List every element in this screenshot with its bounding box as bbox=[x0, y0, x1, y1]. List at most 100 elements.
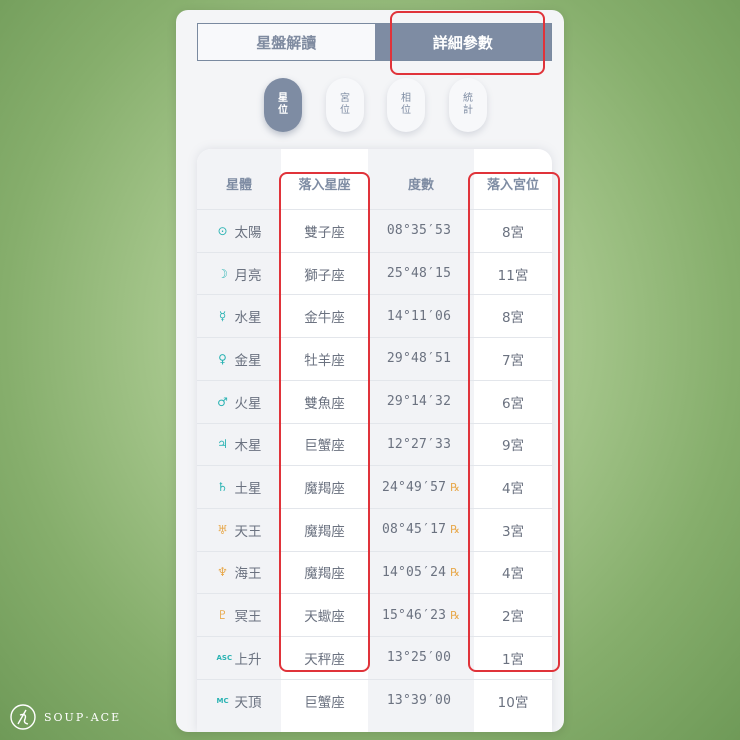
planet-name: 天頂 bbox=[234, 694, 262, 711]
watermark-logo: SOUP·ACE bbox=[8, 702, 121, 732]
house-cell: 7宮 bbox=[501, 352, 525, 369]
degree-value: 08°45′17 bbox=[381, 522, 447, 538]
planet-symbol-icon: MC bbox=[216, 696, 229, 705]
tab-chart-reading[interactable]: 星盤解讀 bbox=[198, 24, 375, 60]
planet-symbol-icon: ♆ bbox=[217, 565, 228, 580]
house-cell: 4宮 bbox=[501, 566, 525, 583]
degree-value: 25°48′15 bbox=[386, 266, 452, 282]
planet-symbol-icon: ♇ bbox=[217, 608, 228, 623]
degree-cell: 12°27′33 bbox=[368, 424, 474, 466]
house-cell: 1宮 bbox=[501, 651, 525, 668]
degree-cell: 25°48′15 bbox=[368, 253, 474, 295]
degree-cell: 13°39′00 bbox=[368, 680, 474, 722]
planet-cell: ASC 上升 bbox=[197, 637, 281, 679]
table-row: ♃ 木星 巨蟹座 12°27′33 9宮 bbox=[197, 422, 552, 466]
planet-name: 木星 bbox=[234, 438, 262, 455]
tab-detailed-parameters[interactable]: 詳細參數 bbox=[374, 24, 551, 60]
subtab-planet-positions[interactable]: 星 位 bbox=[264, 78, 302, 132]
planet-name: 金星 bbox=[234, 352, 262, 369]
sign-cell: 牡羊座 bbox=[304, 352, 345, 369]
subtab-label-2: 位 bbox=[401, 105, 411, 116]
degree-cell: 08°35′53 bbox=[368, 210, 474, 252]
table-row: ♆ 海王 魔羯座 14°05′24 ℞ 4宮 bbox=[197, 550, 552, 594]
retrograde-icon: ℞ bbox=[450, 480, 461, 494]
table-row: ⊙ 太陽 雙子座 08°35′53 8宮 bbox=[197, 209, 552, 252]
planet-name: 天王 bbox=[234, 523, 262, 540]
degree-value: 14°05′24 bbox=[381, 564, 447, 580]
sign-cell: 天蠍座 bbox=[304, 609, 345, 626]
sign-cell: 雙子座 bbox=[304, 224, 345, 241]
planet-symbol-icon: ♃ bbox=[217, 437, 228, 452]
header-sign: 落入星座 bbox=[298, 177, 351, 193]
subtab-label-1: 統 bbox=[463, 93, 473, 104]
house-cell: 8宮 bbox=[501, 224, 525, 241]
table-row: ♇ 冥王 天蠍座 15°46′23 ℞ 2宮 bbox=[197, 593, 552, 636]
degree-value: 29°48′51 bbox=[386, 351, 452, 367]
house-cell: 11宮 bbox=[497, 267, 529, 284]
house-cell: 3宮 bbox=[501, 523, 525, 540]
subtab-label-2: 計 bbox=[463, 105, 473, 116]
planet-symbol-icon: ♄ bbox=[217, 480, 228, 495]
planet-cell: ♆ 海王 bbox=[197, 552, 281, 594]
house-cell: 6宮 bbox=[501, 395, 525, 412]
planet-name: 火星 bbox=[234, 395, 262, 412]
planet-name: 海王 bbox=[234, 566, 262, 583]
planet-table: 星體 落入星座 度數 落入宮位 ⊙ 太陽 雙子座 08°35′53 8宮 ☽ 月亮 獅子座 25… bbox=[197, 149, 552, 732]
house-cell: 10宮 bbox=[497, 694, 529, 711]
degree-value: 29°14′32 bbox=[386, 394, 452, 410]
sign-cell: 魔羯座 bbox=[304, 523, 345, 540]
planet-cell: ⊙ 太陽 bbox=[197, 210, 281, 252]
table-row: ☽ 月亮 獅子座 25°48′15 11宮 bbox=[197, 251, 552, 295]
planet-cell: ☽ 月亮 bbox=[197, 253, 281, 295]
planet-name: 上升 bbox=[234, 651, 262, 668]
planet-symbol-icon: ☿ bbox=[218, 309, 227, 324]
planet-name: 土星 bbox=[234, 481, 262, 498]
planet-symbol-icon: ♂ bbox=[217, 394, 228, 409]
subtab-statistics[interactable]: 統 計 bbox=[449, 78, 487, 132]
sign-cell: 金牛座 bbox=[304, 310, 345, 327]
header-planet: 星體 bbox=[225, 177, 252, 193]
subtab-label-1: 星 bbox=[278, 93, 288, 104]
planet-name: 冥王 bbox=[234, 609, 262, 626]
header-degree: 度數 bbox=[407, 177, 434, 193]
table-header: 星體 落入星座 度數 落入宮位 bbox=[197, 149, 552, 209]
degree-cell: 15°46′23 ℞ bbox=[368, 594, 474, 636]
main-tabs: 星盤解讀 詳細參數 bbox=[197, 23, 552, 61]
table-row: ♂ 火星 雙魚座 29°14′32 6宮 bbox=[197, 379, 552, 423]
sign-cell: 獅子座 bbox=[304, 267, 345, 284]
sign-cell: 天秤座 bbox=[304, 651, 345, 668]
planet-cell: ♅ 天王 bbox=[197, 509, 281, 551]
degree-cell: 29°14′32 bbox=[368, 381, 474, 423]
sub-tabs: 星 位 宮 位 相 位 統 計 bbox=[176, 78, 564, 134]
degree-cell: 29°48′51 bbox=[368, 338, 474, 380]
app-screen: 星盤解讀 詳細參數 星 位 宮 位 相 位 統 計 星體 落入星座 度數 落入宮… bbox=[176, 10, 564, 732]
degree-cell: 14°11′06 bbox=[368, 295, 474, 337]
planet-cell: ♀ 金星 bbox=[197, 338, 281, 380]
degree-value: 12°27′33 bbox=[386, 436, 452, 452]
subtab-houses[interactable]: 宮 位 bbox=[326, 78, 364, 132]
table-row: ♅ 天王 魔羯座 08°45′17 ℞ 3宮 bbox=[197, 507, 552, 551]
planet-name: 月亮 bbox=[234, 267, 262, 284]
sign-cell: 魔羯座 bbox=[304, 566, 345, 583]
planet-symbol-icon: ♀ bbox=[218, 351, 227, 366]
sign-cell: 雙魚座 bbox=[304, 395, 345, 412]
house-cell: 4宮 bbox=[501, 481, 525, 498]
sign-cell: 魔羯座 bbox=[304, 481, 345, 498]
sign-cell: 巨蟹座 bbox=[304, 694, 345, 711]
degree-value: 14°11′06 bbox=[386, 308, 452, 324]
table-row: MC 天頂 巨蟹座 13°39′00 10宮 bbox=[197, 678, 552, 722]
house-cell: 9宮 bbox=[501, 438, 525, 455]
house-cell: 2宮 bbox=[501, 609, 525, 626]
subtab-label-1: 相 bbox=[401, 93, 411, 104]
subtab-aspects[interactable]: 相 位 bbox=[387, 78, 425, 132]
planet-cell: ♃ 木星 bbox=[197, 424, 281, 466]
degree-cell: 08°45′17 ℞ bbox=[368, 509, 474, 551]
planet-cell: ♂ 火星 bbox=[197, 381, 281, 423]
subtab-label-2: 位 bbox=[278, 105, 288, 116]
planet-cell: ☿ 水星 bbox=[197, 295, 281, 337]
house-cell: 8宮 bbox=[501, 310, 525, 327]
planet-symbol-icon: ♅ bbox=[217, 522, 228, 537]
subtab-label-2: 位 bbox=[340, 105, 350, 116]
retrograde-icon: ℞ bbox=[450, 523, 461, 537]
planet-cell: MC 天頂 bbox=[197, 680, 281, 722]
